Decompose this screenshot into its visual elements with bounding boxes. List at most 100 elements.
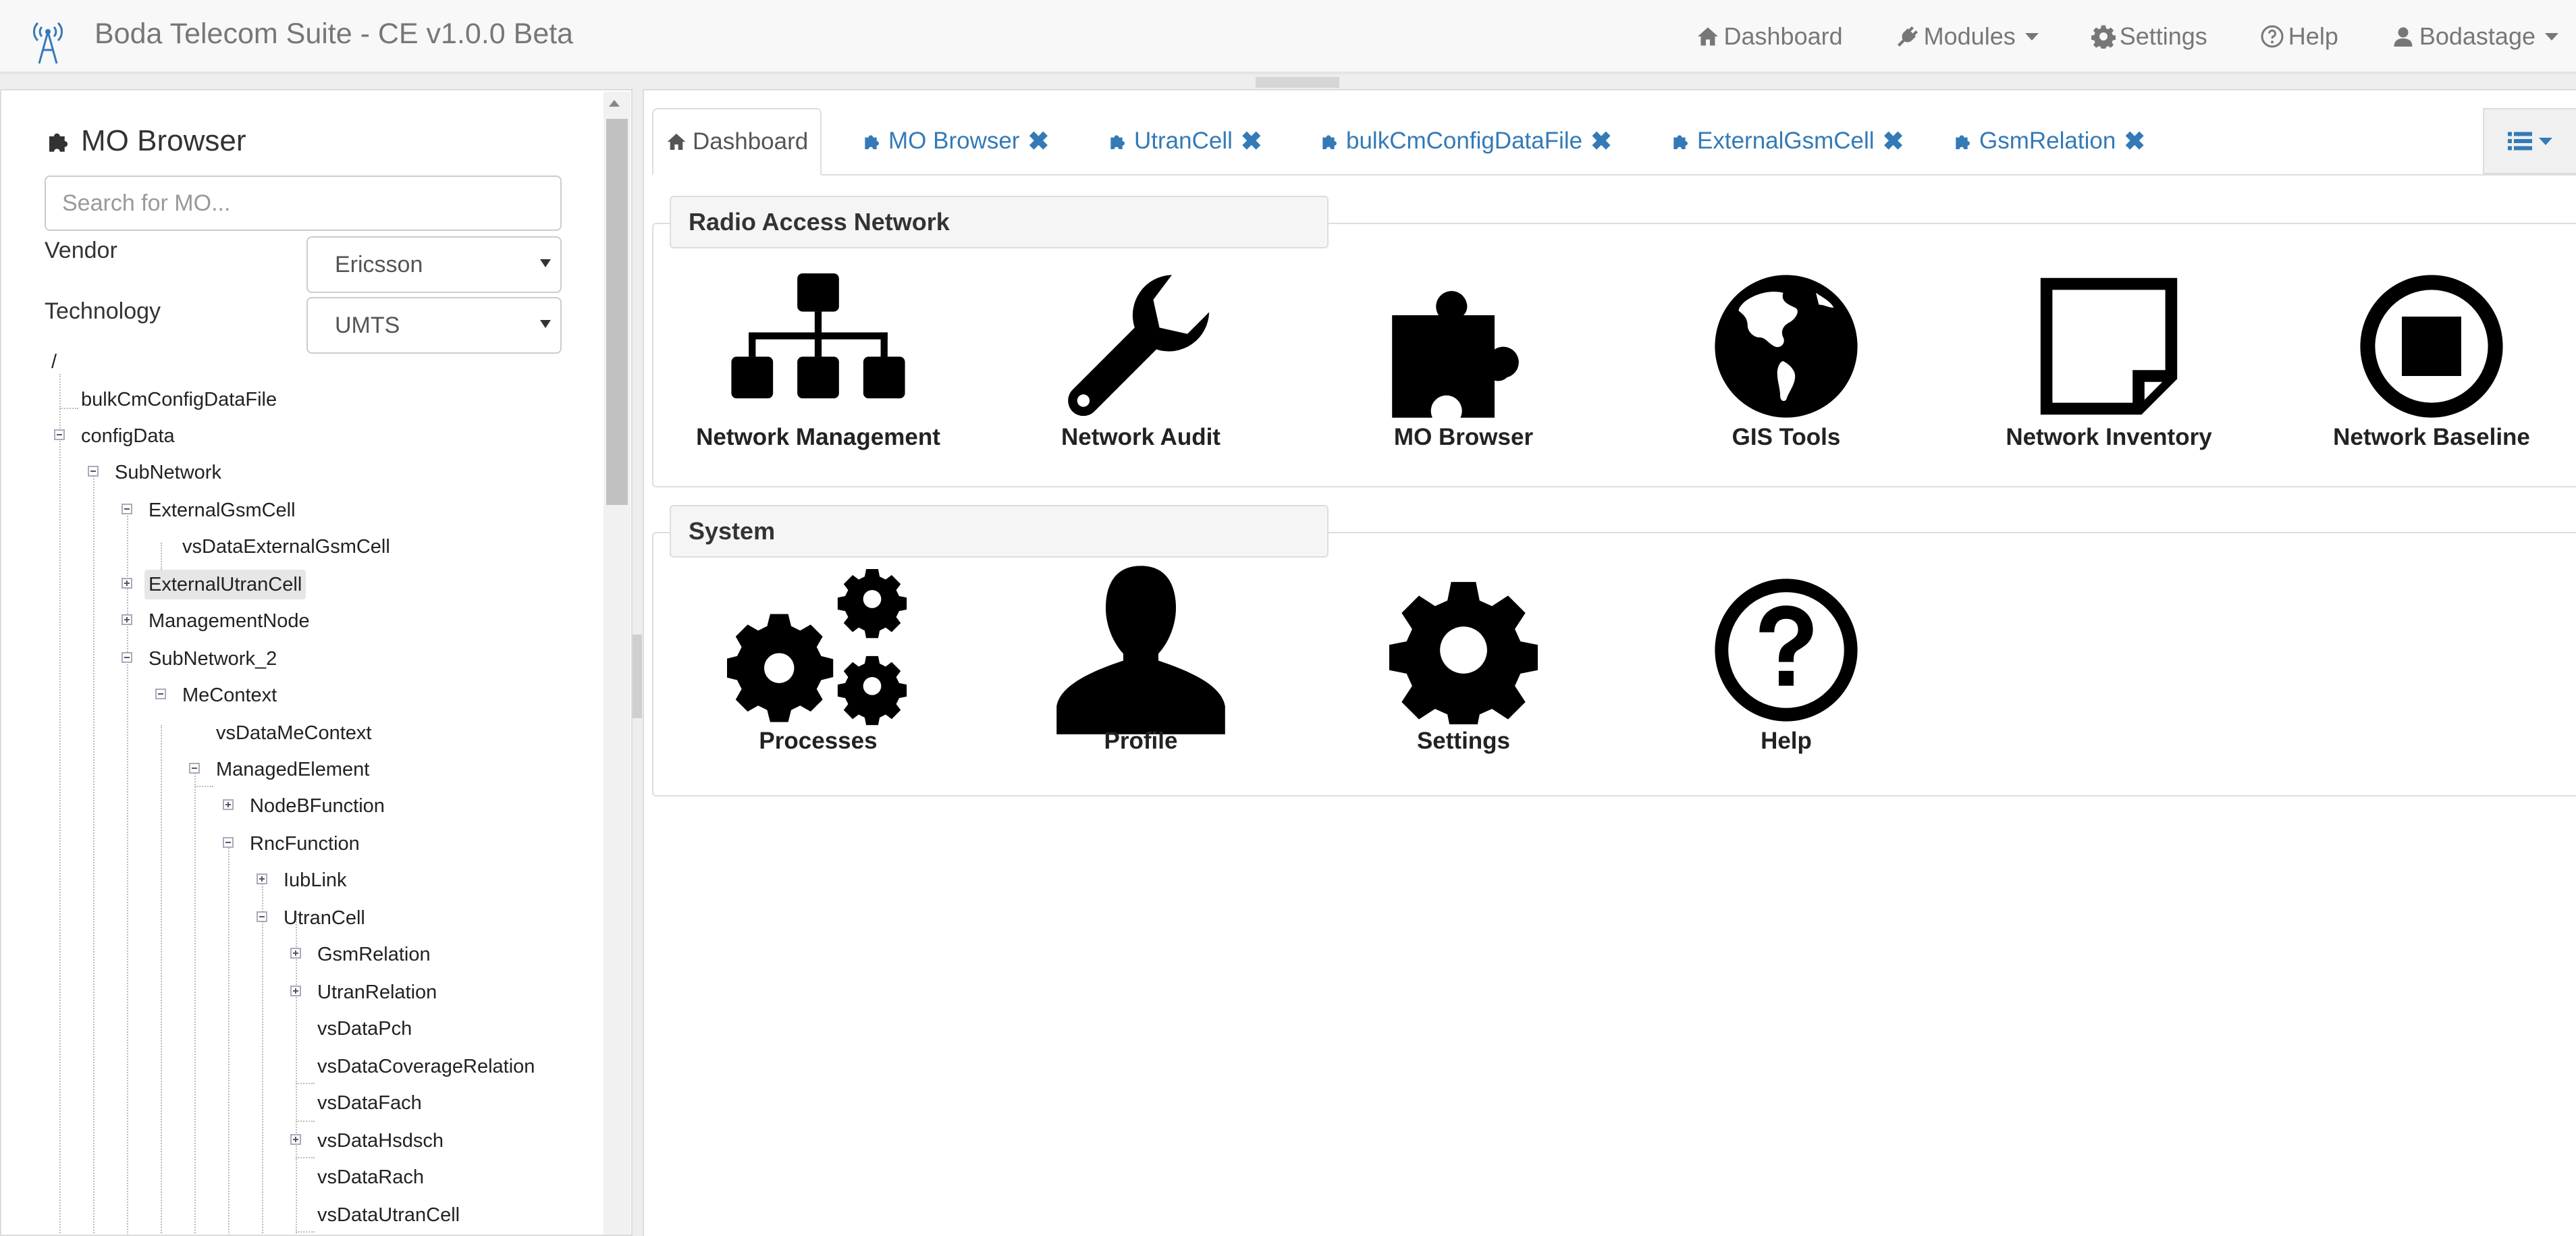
close-icon[interactable]: ✖ <box>1027 126 1049 157</box>
tile-network-inventory[interactable]: Network Inventory <box>1960 269 2257 451</box>
tree-node-bulkcmconfigdatafile[interactable]: bulkCmConfigDataFile <box>81 385 277 414</box>
expand-toggle-icon[interactable] <box>290 1134 301 1145</box>
antenna-logo-icon[interactable] <box>26 15 70 65</box>
tile-settings[interactable]: Settings <box>1315 572 1612 755</box>
west-splitter-grip[interactable] <box>633 635 642 718</box>
tab-bulkcmconfigdatafile[interactable]: bulkCmConfigDataFile ✖ <box>1307 108 1624 174</box>
tree-node-configdata[interactable]: configData <box>81 421 175 451</box>
tile-processes[interactable]: Processes <box>670 569 967 755</box>
puzzle-icon <box>1673 135 1688 149</box>
tree-node-vsdatarach[interactable]: vsDataRach <box>317 1162 424 1192</box>
close-icon[interactable]: ✖ <box>1241 126 1262 157</box>
tree-scrollbar-thumb[interactable] <box>606 119 628 505</box>
collapse-toggle-icon[interactable] <box>88 466 99 477</box>
chevron-down-icon <box>2539 137 2552 145</box>
nav-user-dropdown[interactable]: Bodastage <box>2391 22 2558 51</box>
tree-node-vsdatafach[interactable]: vsDataFach <box>317 1088 422 1118</box>
tab-mo-browser[interactable]: MO Browser ✖ <box>849 108 1061 174</box>
tree-node-label: bulkCmConfigDataFile <box>81 389 277 410</box>
nav-settings-label: Settings <box>2119 22 2207 50</box>
close-icon[interactable]: ✖ <box>1590 126 1612 157</box>
collapse-toggle-icon[interactable] <box>54 429 65 440</box>
close-icon[interactable]: ✖ <box>2124 126 2145 157</box>
puzzle-icon <box>1110 135 1125 149</box>
expand-toggle-icon[interactable] <box>122 578 132 589</box>
tab-gsmrelation[interactable]: GsmRelation ✖ <box>1940 108 2157 174</box>
tree-node-vsdatahsdsch[interactable]: vsDataHsdsch <box>317 1126 444 1156</box>
tile-mo-browser[interactable]: MO Browser <box>1315 269 1612 451</box>
tree-node-vsdatamecontext[interactable]: vsDataMeContext <box>216 718 372 748</box>
expand-toggle-icon[interactable] <box>290 986 301 996</box>
tile-gis-tools[interactable]: GIS Tools <box>1638 269 1935 451</box>
tile-network-management[interactable]: Network Management <box>670 269 967 451</box>
mo-search-input[interactable] <box>45 176 562 231</box>
tree-node-subnetwork-2[interactable]: SubNetwork_2 <box>149 644 277 674</box>
tree-node-label: UtranCell <box>284 907 365 929</box>
tabs-bar: Dashboard MO Browser ✖ UtranCell ✖ bulkC… <box>652 108 2576 176</box>
list-icon <box>2508 132 2532 151</box>
tab-utrancell[interactable]: UtranCell ✖ <box>1095 108 1274 174</box>
tree-node-mecontext[interactable]: MeContext <box>182 680 277 710</box>
tree-node-utranrelation[interactable]: UtranRelation <box>317 977 437 1007</box>
tree-node-utrancell[interactable]: UtranCell <box>284 903 365 933</box>
tree-node-iublink[interactable]: IubLink <box>284 865 347 895</box>
collapse-toggle-icon[interactable] <box>155 689 166 699</box>
tile-network-baseline[interactable]: Network Baseline <box>2283 269 2576 451</box>
gear-icon <box>1389 582 1538 724</box>
panel-title-label: MO Browser <box>81 124 246 157</box>
collapse-toggle-icon[interactable] <box>122 504 132 514</box>
tree-node-vsdataexternalgsmcell[interactable]: vsDataExternalGsmCell <box>182 532 390 562</box>
tree-node-vsdatapch[interactable]: vsDataPch <box>317 1014 412 1044</box>
nav-dashboard[interactable]: Dashboard <box>1696 22 1843 51</box>
tree-node-root[interactable]: / <box>51 347 57 377</box>
technology-select[interactable]: UMTS <box>306 297 562 354</box>
tile-network-audit[interactable]: Network Audit <box>992 269 1289 451</box>
tree-connector <box>161 543 162 570</box>
tree-node-rncfunction[interactable]: RncFunction <box>250 829 360 859</box>
tree-connector <box>296 1083 315 1084</box>
tree-node-gsmrelation[interactable]: GsmRelation <box>317 940 431 969</box>
tree-node-subnetwork[interactable]: SubNetwork <box>115 458 221 487</box>
tree-node-vsdatacoveragerelation[interactable]: vsDataCoverageRelation <box>317 1052 535 1081</box>
nav-modules-dropdown[interactable]: Modules <box>1896 22 2039 51</box>
app-title[interactable]: Boda Telecom Suite - CE v1.0.0 Beta <box>95 18 573 51</box>
tree-node-vsdatautrancell[interactable]: vsDataUtranCell <box>317 1200 460 1230</box>
scroll-up-arrow-icon[interactable] <box>609 100 620 107</box>
expand-toggle-icon[interactable] <box>257 874 267 884</box>
vendor-select[interactable]: Ericsson <box>306 236 562 293</box>
puzzle-icon <box>865 135 879 149</box>
expand-toggle-icon[interactable] <box>290 948 301 959</box>
tree-node-managedelement[interactable]: ManagedElement <box>216 755 369 784</box>
tab-dashboard[interactable]: Dashboard <box>652 108 822 176</box>
puzzle-icon <box>1392 291 1519 418</box>
sitemap-icon <box>731 273 905 399</box>
collapse-toggle-icon[interactable] <box>223 837 234 848</box>
nav-help[interactable]: Help <box>2260 22 2338 51</box>
tree-node-label: vsDataCoverageRelation <box>317 1056 535 1077</box>
user-icon <box>2394 27 2413 47</box>
tree-node-externalgsmcell[interactable]: ExternalGsmCell <box>149 495 296 525</box>
tile-help[interactable]: Help <box>1638 572 1935 755</box>
collapse-toggle-icon[interactable] <box>122 652 132 663</box>
expand-toggle-icon[interactable] <box>223 799 234 810</box>
tree-node-nodebfunction[interactable]: NodeBFunction <box>250 791 385 821</box>
collapse-toggle-icon[interactable] <box>189 763 200 774</box>
nav-settings[interactable]: Settings <box>2091 22 2207 51</box>
collapse-toggle-icon[interactable] <box>257 911 267 922</box>
tabs-list-menu-button[interactable] <box>2483 108 2576 174</box>
nav-user-label: Bodastage <box>2419 22 2535 50</box>
tree-connector <box>59 408 78 409</box>
vendor-label: Vendor <box>45 238 117 263</box>
expand-toggle-icon[interactable] <box>122 614 132 625</box>
tab-externalgsmcell[interactable]: ExternalGsmCell ✖ <box>1658 108 1916 174</box>
tree-node-label: ManagedElement <box>216 759 370 780</box>
tile-label: Processes <box>759 728 878 754</box>
tile-profile[interactable]: Profile <box>992 566 1289 755</box>
north-splitter-handle[interactable] <box>1256 77 1339 88</box>
tile-label: Settings <box>1416 728 1511 754</box>
tree-node-label: ExternalGsmCell <box>149 500 296 521</box>
tree-node-managementnode[interactable]: ManagementNode <box>149 606 310 636</box>
tree-node-externalutrancell[interactable]: ExternalUtranCell <box>144 570 306 599</box>
close-icon[interactable]: ✖ <box>1883 126 1904 157</box>
tab-label: bulkCmConfigDataFile <box>1346 128 1583 154</box>
